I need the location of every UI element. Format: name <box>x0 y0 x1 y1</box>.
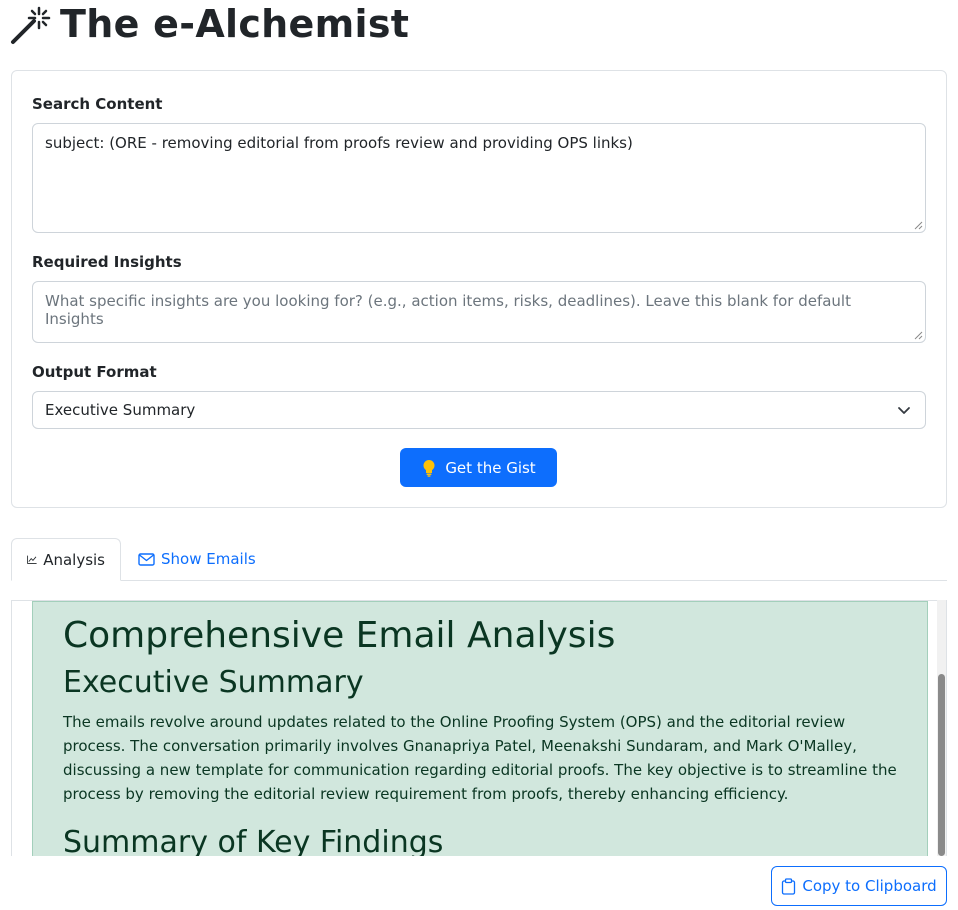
graph-icon <box>27 555 37 564</box>
resize-grip-icon[interactable] <box>914 221 923 230</box>
page-title: The e-Alchemist <box>60 2 410 46</box>
tab-analysis[interactable]: Analysis <box>11 538 121 581</box>
result-tabs: Analysis Show Emails <box>11 538 947 581</box>
clipboard-icon <box>782 877 796 895</box>
query-form-card: Search Content subject: (ORE - removing … <box>11 70 947 508</box>
resize-grip-icon[interactable] <box>914 331 923 340</box>
executive-summary-heading: Executive Summary <box>63 665 364 700</box>
analysis-heading: Comprehensive Email Analysis <box>63 615 616 656</box>
search-content-label: Search Content <box>32 95 163 113</box>
analysis-scrollbar[interactable] <box>937 600 946 856</box>
search-content-textarea[interactable]: subject: (ORE - removing editorial from … <box>32 123 926 233</box>
search-content-value: subject: (ORE - removing editorial from … <box>45 134 633 152</box>
tab-analysis-label: Analysis <box>43 550 105 569</box>
analysis-panel[interactable]: Comprehensive Email Analysis Executive S… <box>11 600 947 856</box>
key-findings-heading: Summary of Key Findings <box>63 825 444 856</box>
scrollbar-thumb[interactable] <box>938 674 945 856</box>
tab-show-emails[interactable]: Show Emails <box>123 538 271 580</box>
magic-wand-icon <box>11 6 51 44</box>
required-insights-label: Required Insights <box>32 253 182 271</box>
analysis-result: Comprehensive Email Analysis Executive S… <box>32 601 928 856</box>
executive-summary-text: The emails revolve around updates relate… <box>63 713 897 803</box>
copy-to-clipboard-label: Copy to Clipboard <box>802 877 937 895</box>
tab-show-emails-label: Show Emails <box>161 550 256 568</box>
output-format-select[interactable]: Executive Summary <box>32 391 926 429</box>
copy-to-clipboard-button[interactable]: Copy to Clipboard <box>771 866 947 906</box>
lightbulb-icon <box>423 459 435 477</box>
required-insights-textarea[interactable]: What specific insights are you looking f… <box>32 281 926 343</box>
required-insights-placeholder: What specific insights are you looking f… <box>45 292 851 328</box>
page-header: The e-Alchemist <box>10 2 409 46</box>
get-the-gist-label: Get the Gist <box>445 458 536 477</box>
output-format-label: Output Format <box>32 363 157 381</box>
output-format-value: Executive Summary <box>45 401 196 419</box>
get-the-gist-button[interactable]: Get the Gist <box>400 448 557 487</box>
chevron-down-icon <box>898 407 910 414</box>
envelope-icon <box>138 552 155 566</box>
